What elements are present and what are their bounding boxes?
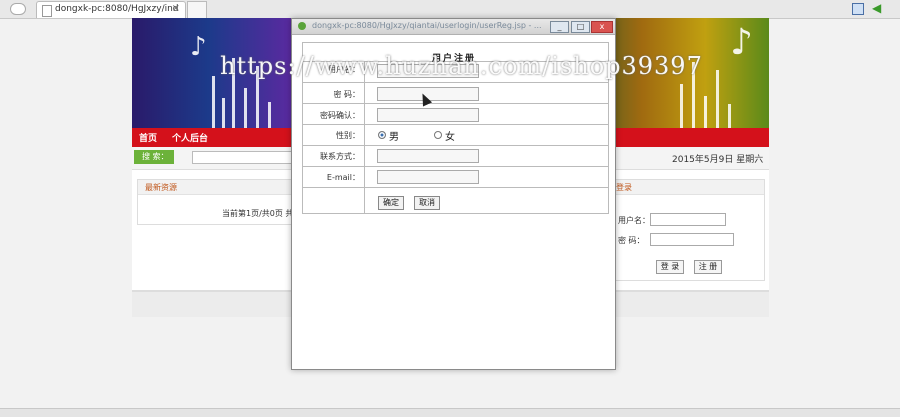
panel-title: 最新资源 <box>145 183 177 192</box>
email-input[interactable] <box>377 170 479 184</box>
contact-input[interactable] <box>377 149 479 163</box>
save-icon[interactable] <box>852 3 864 15</box>
popup-titlebar[interactable]: dongxk-pc:8080/HgJxzy/qiantai/userlogin/… <box>292 19 615 35</box>
email-label: E-mail： <box>326 173 360 182</box>
password-label: 密 码： <box>333 90 360 99</box>
close-button[interactable]: x <box>591 21 613 33</box>
login-button[interactable]: 登 录 <box>656 260 684 274</box>
password-label: 密 码： <box>618 236 645 245</box>
row-divider <box>303 82 608 83</box>
wave-bar <box>704 96 707 128</box>
page-icon <box>42 5 52 17</box>
username-label: 用户名： <box>618 216 650 225</box>
nav-home[interactable]: 首页 <box>139 131 157 144</box>
gender-male-label: 男 <box>389 132 399 143</box>
row-divider <box>303 145 608 146</box>
wave-bar <box>244 88 247 128</box>
browser-icon <box>298 22 306 30</box>
wave-bar <box>680 84 683 128</box>
popup-url: dongxk-pc:8080/HgJxzy/qiantai/userlogin/… <box>312 21 542 30</box>
popup-body: 用户名： 密 码： 密码确认： 性别： 男 女 联系方式： E-mail： 确定… <box>292 35 615 369</box>
maximize-button[interactable]: □ <box>571 21 590 33</box>
music-note-icon: ♪ <box>730 22 753 63</box>
login-password-input[interactable] <box>650 233 734 246</box>
confirm-password-label: 密码确认： <box>320 111 360 120</box>
confirm-password-input[interactable] <box>377 108 479 122</box>
music-note-icon: ♪ <box>190 32 207 62</box>
column-divider <box>364 61 365 213</box>
pager-text: 当前第1页/共0页 共 <box>222 209 294 218</box>
wave-bar <box>212 76 215 128</box>
wave-bar <box>222 98 225 128</box>
search-label: 搜 索： <box>134 150 174 164</box>
login-panel: 登录 用户名： 密 码： 登 录 注 册 <box>607 179 765 281</box>
back-arrow-icon[interactable]: ◀ <box>872 1 881 15</box>
browser-tab-bar: dongxk-pc:8080/HgJxzy/ind × ◀ <box>0 0 900 19</box>
wave-bar <box>268 102 271 128</box>
wave-bar <box>728 104 731 128</box>
gender-label: 性别： <box>336 131 360 140</box>
watermark-text: https://www.huzhan.com/ishop39397 <box>220 52 703 80</box>
panel-header: 登录 <box>608 180 764 195</box>
wave-bar <box>716 70 719 128</box>
tab-close-icon[interactable]: × <box>172 3 180 14</box>
login-username-input[interactable] <box>650 213 726 226</box>
panel-header: 最新资源 <box>138 180 294 195</box>
cancel-button[interactable]: 取消 <box>414 196 440 210</box>
row-divider <box>303 103 608 104</box>
nav-user-center[interactable]: 个人后台 <box>172 131 208 144</box>
register-button[interactable]: 注 册 <box>694 260 722 274</box>
browser-tab[interactable]: dongxk-pc:8080/HgJxzy/ind × <box>36 1 186 18</box>
minimize-button[interactable]: _ <box>550 21 569 33</box>
gender-male-radio[interactable] <box>378 131 386 139</box>
latest-resources-panel: 最新资源 当前第1页/共0页 共 <box>137 179 295 225</box>
current-date: 2015年5月9日 星期六 <box>672 155 764 165</box>
gender-female-radio[interactable] <box>434 131 442 139</box>
panel-title: 登录 <box>616 183 632 192</box>
new-tab-button[interactable] <box>187 1 207 18</box>
tab-title: dongxk-pc:8080/HgJxzy/ind <box>55 4 179 14</box>
row-divider <box>303 166 608 167</box>
confirm-button[interactable]: 确定 <box>378 196 404 210</box>
cloud-icon[interactable] <box>10 3 26 15</box>
contact-label: 联系方式： <box>320 152 360 161</box>
gender-female-label: 女 <box>445 132 455 143</box>
row-divider <box>303 187 608 188</box>
row-divider <box>303 124 608 125</box>
